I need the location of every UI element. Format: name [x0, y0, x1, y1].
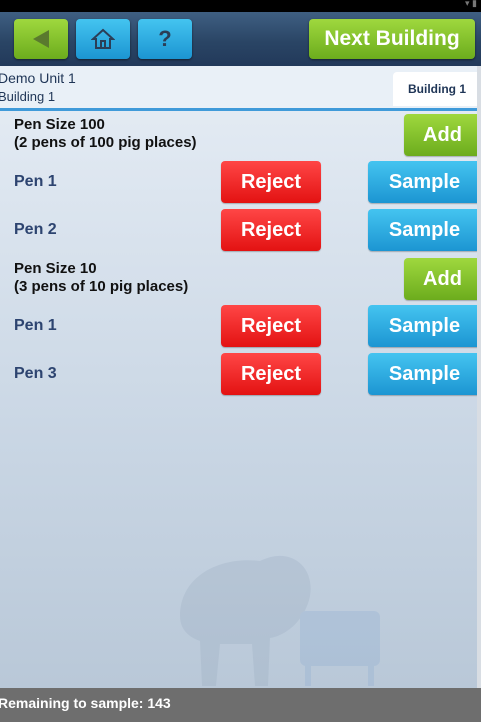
status-bar: ▾ ▮ [0, 0, 481, 12]
pig-watermark-icon [180, 555, 380, 686]
add-pen-button[interactable]: Add [404, 258, 481, 300]
help-button[interactable]: ? [138, 19, 192, 59]
building-tab[interactable]: Building 1 [393, 72, 481, 106]
pen-group-title: Pen Size 10 (3 pens of 10 pig places) [14, 260, 188, 296]
pen-count-label: (3 pens of 10 pig places) [14, 278, 189, 295]
toolbar: ? Next Building [0, 12, 481, 66]
status-icons-left [4, 0, 28, 4]
sample-button[interactable]: Sample [368, 353, 481, 395]
reject-button[interactable]: Reject [221, 353, 321, 395]
scrollbar-track [477, 66, 481, 688]
pen-size-label: Pen Size 100 [14, 116, 105, 133]
app-screen: ▾ ▮ ? Next Building Demo Unit 1 Building… [0, 0, 481, 722]
sample-button[interactable]: Sample [368, 209, 481, 251]
add-pen-button[interactable]: Add [404, 114, 481, 156]
sample-button[interactable]: Sample [368, 305, 481, 347]
unit-header: Demo Unit 1 Building 1 Building 1 [0, 66, 481, 111]
pen-label: Pen 1 [14, 317, 57, 334]
home-icon [91, 28, 115, 49]
reject-button[interactable]: Reject [221, 161, 321, 203]
back-arrow-icon [33, 30, 49, 48]
reject-button[interactable]: Reject [221, 305, 321, 347]
main-content: Demo Unit 1 Building 1 Building 1 Pen Si… [0, 66, 481, 688]
pen-label: Pen 2 [14, 221, 57, 238]
remaining-count: Remaining to sample: 143 [0, 695, 171, 711]
footer-bar: Remaining to sample: 143 [0, 688, 481, 722]
next-building-button[interactable]: Next Building [309, 19, 475, 59]
reject-button[interactable]: Reject [221, 209, 321, 251]
pen-count-label: (2 pens of 100 pig places) [14, 134, 197, 151]
building-name: Building 1 [0, 89, 56, 104]
sample-button[interactable]: Sample [368, 161, 481, 203]
help-icon: ? [158, 26, 172, 51]
unit-name: Demo Unit 1 [0, 70, 76, 86]
pen-size-label: Pen Size 10 [14, 260, 97, 277]
back-button[interactable] [14, 19, 68, 59]
pen-label: Pen 3 [14, 365, 57, 382]
status-icons-right: ▾ ▮ [465, 0, 477, 8]
pen-label: Pen 1 [14, 173, 57, 190]
pen-group-title: Pen Size 100 (2 pens of 100 pig places) [14, 116, 197, 152]
home-button[interactable] [76, 19, 130, 59]
